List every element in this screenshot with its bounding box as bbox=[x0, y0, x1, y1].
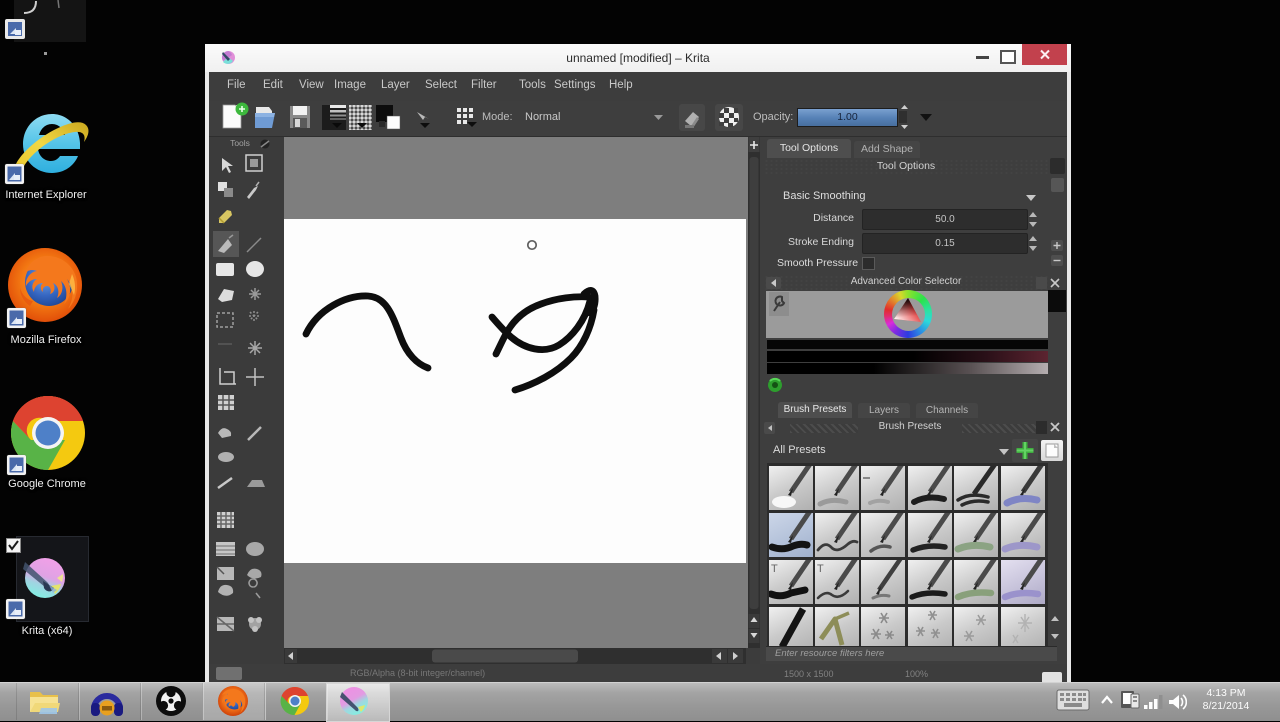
svg-text:T: T bbox=[817, 563, 824, 575]
svg-text:T: T bbox=[771, 563, 778, 575]
